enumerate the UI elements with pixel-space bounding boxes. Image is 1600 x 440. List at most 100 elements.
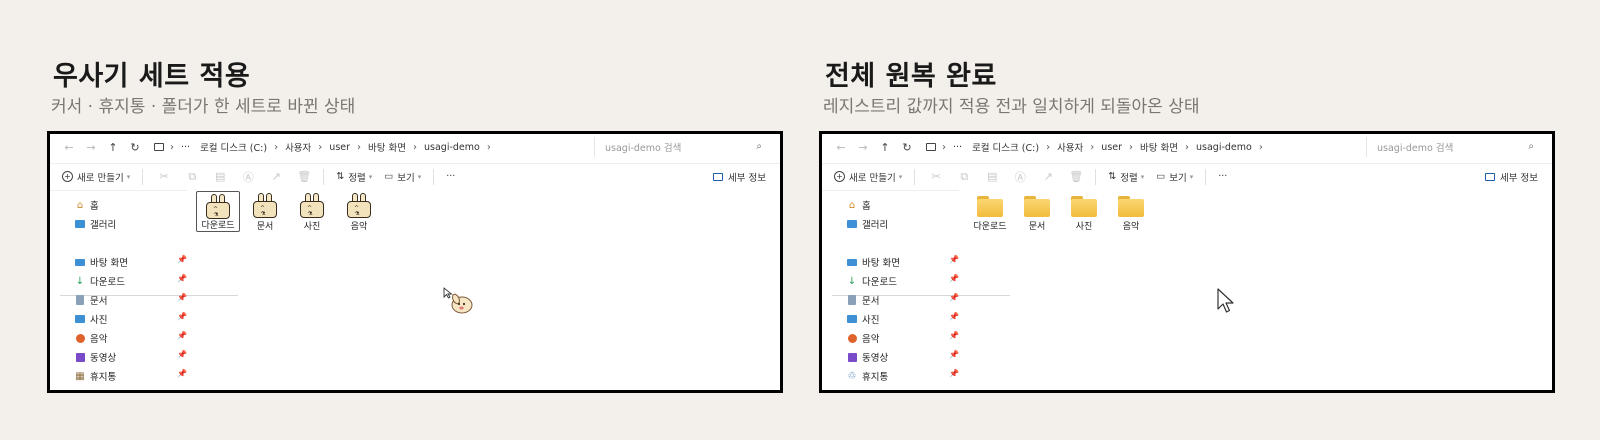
search-input[interactable]: usagi-demo 검색 ⌕ <box>594 137 768 157</box>
folder-item-documents[interactable]: ^ ^ ᴥ 문서 <box>243 191 287 232</box>
sidebar-item-documents[interactable]: 문서 <box>846 293 879 307</box>
chevron-right-icon: › <box>413 141 418 153</box>
folder-item-music[interactable]: 음악 <box>1109 191 1153 232</box>
refresh-icon[interactable]: ↻ <box>896 141 918 154</box>
breadcrumb-item[interactable]: usagi-demo <box>424 142 480 153</box>
details-button[interactable]: 세부 정보 <box>1485 170 1538 184</box>
sidebar-item-desktop[interactable]: 바탕 화면 <box>846 255 900 269</box>
panel-heading: 전체 원복 완료 <box>825 61 997 92</box>
sidebar-item-downloads[interactable]: ↓ 다운로드 <box>846 274 897 289</box>
sidebar-item-home[interactable]: ⌂ 홈 <box>846 198 871 213</box>
sidebar-item-pictures[interactable]: 사진 <box>74 312 107 326</box>
chevron-right-icon: › <box>1046 141 1051 153</box>
folder-item-pictures[interactable]: ^ ^ ᴥ 사진 <box>290 191 334 232</box>
breadcrumb-item[interactable]: 사용자 <box>285 140 311 154</box>
music-icon <box>74 333 86 343</box>
folder-item-documents[interactable]: 문서 <box>1015 191 1059 232</box>
pin-icon[interactable]: 📌 <box>177 369 187 378</box>
breadcrumb-item[interactable]: user <box>1101 142 1122 153</box>
breadcrumb-item[interactable]: 로컬 디스크 (C:) <box>972 140 1039 154</box>
delete-icon[interactable]: 🗑 <box>1069 170 1083 183</box>
cut-icon[interactable]: ✂ <box>929 170 943 183</box>
sidebar-item-documents[interactable]: 문서 <box>74 293 107 307</box>
pin-icon[interactable]: 📌 <box>177 350 187 359</box>
share-icon[interactable]: ↗ <box>269 170 283 183</box>
pin-icon[interactable]: 📌 <box>949 255 959 264</box>
computer-icon[interactable] <box>926 143 936 151</box>
cut-icon[interactable]: ✂ <box>157 170 171 183</box>
sidebar-item-downloads[interactable]: ↓ 다운로드 <box>74 274 125 289</box>
new-button[interactable]: + 새로 만들기 ▾ <box>834 170 902 184</box>
sidebar-item-recycle-bin[interactable]: ▦ 휴지통 <box>74 369 116 384</box>
pin-icon[interactable]: 📌 <box>949 331 959 340</box>
sidebar-item-gallery[interactable]: 갤러리 <box>846 217 888 231</box>
sort-icon: ⇅ <box>336 171 345 182</box>
up-icon[interactable]: ↑ <box>874 141 896 154</box>
pictures-icon <box>74 314 86 324</box>
sidebar-item-videos[interactable]: 동영상 <box>846 350 888 364</box>
delete-icon[interactable]: 🗑 <box>297 170 311 183</box>
pin-icon[interactable]: 📌 <box>177 331 187 340</box>
more-button[interactable]: ··· <box>446 171 455 182</box>
breadcrumb-more[interactable]: ··· <box>181 142 190 153</box>
paste-icon[interactable]: ▤ <box>213 170 227 183</box>
new-button[interactable]: + 새로 만들기 ▾ <box>62 170 130 184</box>
share-icon[interactable]: ↗ <box>1041 170 1055 183</box>
breadcrumb-more[interactable]: ··· <box>953 142 962 153</box>
paste-icon[interactable]: ▤ <box>985 170 999 183</box>
folder-item-downloads[interactable]: ^ ^ ᴥ 다운로드 <box>196 191 240 232</box>
sidebar-item-pictures[interactable]: 사진 <box>846 312 879 326</box>
gallery-icon <box>846 219 858 229</box>
pin-icon[interactable]: 📌 <box>177 255 187 264</box>
folder-item-pictures[interactable]: 사진 <box>1062 191 1106 232</box>
sidebar-item-music[interactable]: 음악 <box>846 331 879 345</box>
breadcrumb-item[interactable]: user <box>329 142 350 153</box>
view-button[interactable]: ▭ 보기 ▾ <box>1156 170 1193 184</box>
breadcrumb-item[interactable]: usagi-demo <box>1196 142 1252 153</box>
desktop-icon <box>74 257 86 267</box>
search-input[interactable]: usagi-demo 검색 ⌕ <box>1366 137 1540 157</box>
pin-icon[interactable]: 📌 <box>177 293 187 302</box>
sort-button[interactable]: ⇅ 정렬 ▾ <box>336 170 372 184</box>
pin-icon[interactable]: 📌 <box>177 274 187 283</box>
copy-icon[interactable]: ⧉ <box>957 170 971 184</box>
pin-icon[interactable]: 📌 <box>949 350 959 359</box>
sidebar-item-home[interactable]: ⌂ 홈 <box>74 198 99 213</box>
breadcrumb-item[interactable]: 로컬 디스크 (C:) <box>200 140 267 154</box>
sort-button[interactable]: ⇅ 정렬 ▾ <box>1108 170 1144 184</box>
refresh-icon[interactable]: ↻ <box>124 141 146 154</box>
back-icon[interactable]: ← <box>58 141 80 154</box>
panel-usagi-applied: 우사기 세트 적용 커서 · 휴지통 · 폴더가 한 세트로 바뀐 상태 ← →… <box>47 0 783 440</box>
back-icon[interactable]: ← <box>830 141 852 154</box>
folder-item-downloads[interactable]: 다운로드 <box>968 191 1012 232</box>
up-icon[interactable]: ↑ <box>102 141 124 154</box>
breadcrumb-item[interactable]: 바탕 화면 <box>1140 140 1178 154</box>
breadcrumb-item[interactable]: 사용자 <box>1057 140 1083 154</box>
sidebar-item-recycle-bin[interactable]: ♲ 휴지통 <box>846 369 889 384</box>
breadcrumb-item[interactable]: 바탕 화면 <box>368 140 406 154</box>
arrow-cursor-icon <box>1216 287 1236 319</box>
pin-icon[interactable]: 📌 <box>949 293 959 302</box>
computer-icon[interactable] <box>154 143 164 151</box>
document-icon <box>74 295 86 305</box>
sidebar-item-gallery[interactable]: 갤러리 <box>74 217 116 231</box>
copy-icon[interactable]: ⧉ <box>185 170 199 184</box>
explorer-window: ← → ↑ ↻ › ··· 로컬 디스크 (C:) › 사용자 › user ›… <box>819 131 1555 393</box>
view-button[interactable]: ▭ 보기 ▾ <box>384 170 421 184</box>
details-button[interactable]: 세부 정보 <box>713 170 766 184</box>
forward-icon[interactable]: → <box>852 141 874 154</box>
gallery-icon <box>74 219 86 229</box>
sidebar-item-music[interactable]: 음악 <box>74 331 107 345</box>
pin-icon[interactable]: 📌 <box>949 369 959 378</box>
pin-icon[interactable]: 📌 <box>949 312 959 321</box>
forward-icon[interactable]: → <box>80 141 102 154</box>
folder-item-music[interactable]: ^ ^ ᴥ 음악 <box>337 191 381 232</box>
sidebar-item-desktop[interactable]: 바탕 화면 <box>74 255 128 269</box>
search-placeholder: usagi-demo 검색 <box>605 143 682 154</box>
rename-icon[interactable]: Ⓐ <box>241 169 255 185</box>
sidebar-item-videos[interactable]: 동영상 <box>74 350 116 364</box>
pin-icon[interactable]: 📌 <box>177 312 187 321</box>
more-button[interactable]: ··· <box>1218 171 1227 182</box>
pin-icon[interactable]: 📌 <box>949 274 959 283</box>
rename-icon[interactable]: Ⓐ <box>1013 169 1027 185</box>
